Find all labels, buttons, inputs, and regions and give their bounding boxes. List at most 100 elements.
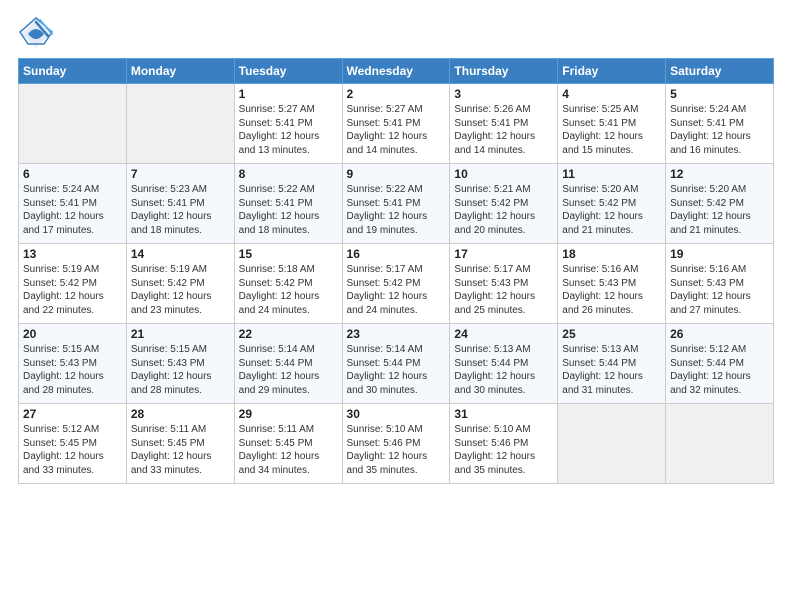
calendar-cell <box>126 84 234 164</box>
calendar-cell: 2Sunrise: 5:27 AMSunset: 5:41 PMDaylight… <box>342 84 450 164</box>
calendar-cell: 6Sunrise: 5:24 AMSunset: 5:41 PMDaylight… <box>19 164 127 244</box>
day-number: 25 <box>562 327 661 341</box>
day-info: Sunrise: 5:10 AMSunset: 5:46 PMDaylight:… <box>347 423 446 477</box>
day-info: Sunrise: 5:16 AMSunset: 5:43 PMDaylight:… <box>670 263 769 317</box>
week-row-3: 13 Sunrise: 5:19 AMSunset: 5:42 PMDayligh… <box>19 244 774 324</box>
day-number: 31 <box>454 407 553 421</box>
week-row-5: 27Sunrise: 5:12 AMSunset: 5:45 PMDayligh… <box>19 404 774 484</box>
day-number: 24 <box>454 327 553 341</box>
day-info: Sunrise: 5:19 AMSunset: 5:42 PMDaylight:… <box>23 263 122 317</box>
day-number: 22 <box>239 327 338 341</box>
calendar-cell <box>666 404 774 484</box>
calendar-cell: 20 Sunrise: 5:15 AMSunset: 5:43 PMDayligh… <box>19 324 127 404</box>
calendar-cell: 30 Sunrise: 5:10 AMSunset: 5:46 PMDayligh… <box>342 404 450 484</box>
calendar-cell: 18 Sunrise: 5:16 AMSunset: 5:43 PMDayligh… <box>558 244 666 324</box>
day-info: Sunrise: 5:22 AMSunset: 5:41 PMDaylight:… <box>347 183 446 237</box>
day-info: Sunrise: 5:22 AMSunset: 5:41 PMDaylight:… <box>239 183 338 237</box>
day-number: 20 <box>23 327 122 341</box>
day-info: Sunrise: 5:15 AMSunset: 5:43 PMDaylight:… <box>131 343 230 397</box>
day-number: 16 <box>347 247 446 261</box>
page: SundayMondayTuesdayWednesdayThursdayFrid… <box>0 0 792 612</box>
day-number: 19 <box>670 247 769 261</box>
day-number: 29 <box>239 407 338 421</box>
day-number: 23 <box>347 327 446 341</box>
day-info: Sunrise: 5:20 AMSunset: 5:42 PMDaylight:… <box>562 183 661 237</box>
day-number: 4 <box>562 87 661 101</box>
calendar-cell: 24 Sunrise: 5:13 AMSunset: 5:44 PMDayligh… <box>450 324 558 404</box>
weekday-header-wednesday: Wednesday <box>342 59 450 84</box>
day-number: 10 <box>454 167 553 181</box>
calendar-cell: 28 Sunrise: 5:11 AMSunset: 5:45 PMDayligh… <box>126 404 234 484</box>
calendar-cell: 12Sunrise: 5:20 AMSunset: 5:42 PMDayligh… <box>666 164 774 244</box>
day-info: Sunrise: 5:11 AMSunset: 5:45 PMDaylight:… <box>131 423 230 477</box>
day-number: 18 <box>562 247 661 261</box>
day-number: 8 <box>239 167 338 181</box>
calendar-cell: 11Sunrise: 5:20 AMSunset: 5:42 PMDayligh… <box>558 164 666 244</box>
day-number: 27 <box>23 407 122 421</box>
day-info: Sunrise: 5:25 AMSunset: 5:41 PMDaylight:… <box>562 103 661 157</box>
calendar-cell: 15 Sunrise: 5:18 AMSunset: 5:42 PMDayligh… <box>234 244 342 324</box>
calendar-cell: 1 Sunrise: 5:27 AMSunset: 5:41 PMDaylight… <box>234 84 342 164</box>
day-info: Sunrise: 5:14 AMSunset: 5:44 PMDaylight:… <box>239 343 338 397</box>
logo <box>18 16 58 52</box>
calendar-cell: 7 Sunrise: 5:23 AMSunset: 5:41 PMDaylight… <box>126 164 234 244</box>
day-info: Sunrise: 5:12 AMSunset: 5:44 PMDaylight:… <box>670 343 769 397</box>
day-info: Sunrise: 5:13 AMSunset: 5:44 PMDaylight:… <box>562 343 661 397</box>
calendar-cell: 19 Sunrise: 5:16 AMSunset: 5:43 PMDayligh… <box>666 244 774 324</box>
calendar-cell: 31Sunrise: 5:10 AMSunset: 5:46 PMDayligh… <box>450 404 558 484</box>
day-info: Sunrise: 5:19 AMSunset: 5:42 PMDaylight:… <box>131 263 230 317</box>
calendar-cell: 29 Sunrise: 5:11 AMSunset: 5:45 PMDayligh… <box>234 404 342 484</box>
day-info: Sunrise: 5:27 AMSunset: 5:41 PMDaylight:… <box>239 103 338 157</box>
day-number: 30 <box>347 407 446 421</box>
calendar-cell: 26 Sunrise: 5:12 AMSunset: 5:44 PMDayligh… <box>666 324 774 404</box>
day-number: 3 <box>454 87 553 101</box>
day-number: 6 <box>23 167 122 181</box>
day-number: 9 <box>347 167 446 181</box>
calendar-cell: 9 Sunrise: 5:22 AMSunset: 5:41 PMDaylight… <box>342 164 450 244</box>
weekday-header-tuesday: Tuesday <box>234 59 342 84</box>
day-info: Sunrise: 5:26 AMSunset: 5:41 PMDaylight:… <box>454 103 553 157</box>
calendar-cell: 10Sunrise: 5:21 AMSunset: 5:42 PMDayligh… <box>450 164 558 244</box>
calendar-cell: 23Sunrise: 5:14 AMSunset: 5:44 PMDayligh… <box>342 324 450 404</box>
day-number: 1 <box>239 87 338 101</box>
day-info: Sunrise: 5:18 AMSunset: 5:42 PMDaylight:… <box>239 263 338 317</box>
day-number: 2 <box>347 87 446 101</box>
day-info: Sunrise: 5:20 AMSunset: 5:42 PMDaylight:… <box>670 183 769 237</box>
day-info: Sunrise: 5:15 AMSunset: 5:43 PMDaylight:… <box>23 343 122 397</box>
day-info: Sunrise: 5:23 AMSunset: 5:41 PMDaylight:… <box>131 183 230 237</box>
calendar-cell: 27Sunrise: 5:12 AMSunset: 5:45 PMDayligh… <box>19 404 127 484</box>
day-number: 21 <box>131 327 230 341</box>
weekday-header-sunday: Sunday <box>19 59 127 84</box>
calendar-cell <box>558 404 666 484</box>
logo-icon <box>18 16 54 52</box>
calendar-cell: 14 Sunrise: 5:19 AMSunset: 5:42 PMDayligh… <box>126 244 234 324</box>
day-number: 15 <box>239 247 338 261</box>
calendar-cell: 22 Sunrise: 5:14 AMSunset: 5:44 PMDayligh… <box>234 324 342 404</box>
weekday-header-thursday: Thursday <box>450 59 558 84</box>
calendar-cell: 16 Sunrise: 5:17 AMSunset: 5:42 PMDayligh… <box>342 244 450 324</box>
calendar-cell: 13 Sunrise: 5:19 AMSunset: 5:42 PMDayligh… <box>19 244 127 324</box>
weekday-header-monday: Monday <box>126 59 234 84</box>
calendar-cell: 25 Sunrise: 5:13 AMSunset: 5:44 PMDayligh… <box>558 324 666 404</box>
day-info: Sunrise: 5:16 AMSunset: 5:43 PMDaylight:… <box>562 263 661 317</box>
week-row-1: 1 Sunrise: 5:27 AMSunset: 5:41 PMDaylight… <box>19 84 774 164</box>
weekday-header-friday: Friday <box>558 59 666 84</box>
day-number: 5 <box>670 87 769 101</box>
week-row-4: 20 Sunrise: 5:15 AMSunset: 5:43 PMDayligh… <box>19 324 774 404</box>
day-info: Sunrise: 5:17 AMSunset: 5:42 PMDaylight:… <box>347 263 446 317</box>
calendar-cell: 5 Sunrise: 5:24 AMSunset: 5:41 PMDaylight… <box>666 84 774 164</box>
day-number: 26 <box>670 327 769 341</box>
weekday-header-row: SundayMondayTuesdayWednesdayThursdayFrid… <box>19 59 774 84</box>
day-number: 17 <box>454 247 553 261</box>
day-info: Sunrise: 5:13 AMSunset: 5:44 PMDaylight:… <box>454 343 553 397</box>
day-number: 14 <box>131 247 230 261</box>
day-info: Sunrise: 5:17 AMSunset: 5:43 PMDaylight:… <box>454 263 553 317</box>
week-row-2: 6Sunrise: 5:24 AMSunset: 5:41 PMDaylight… <box>19 164 774 244</box>
day-info: Sunrise: 5:11 AMSunset: 5:45 PMDaylight:… <box>239 423 338 477</box>
day-info: Sunrise: 5:24 AMSunset: 5:41 PMDaylight:… <box>670 103 769 157</box>
day-number: 13 <box>23 247 122 261</box>
day-number: 28 <box>131 407 230 421</box>
calendar-cell: 17 Sunrise: 5:17 AMSunset: 5:43 PMDayligh… <box>450 244 558 324</box>
day-number: 7 <box>131 167 230 181</box>
calendar-cell: 21 Sunrise: 5:15 AMSunset: 5:43 PMDayligh… <box>126 324 234 404</box>
